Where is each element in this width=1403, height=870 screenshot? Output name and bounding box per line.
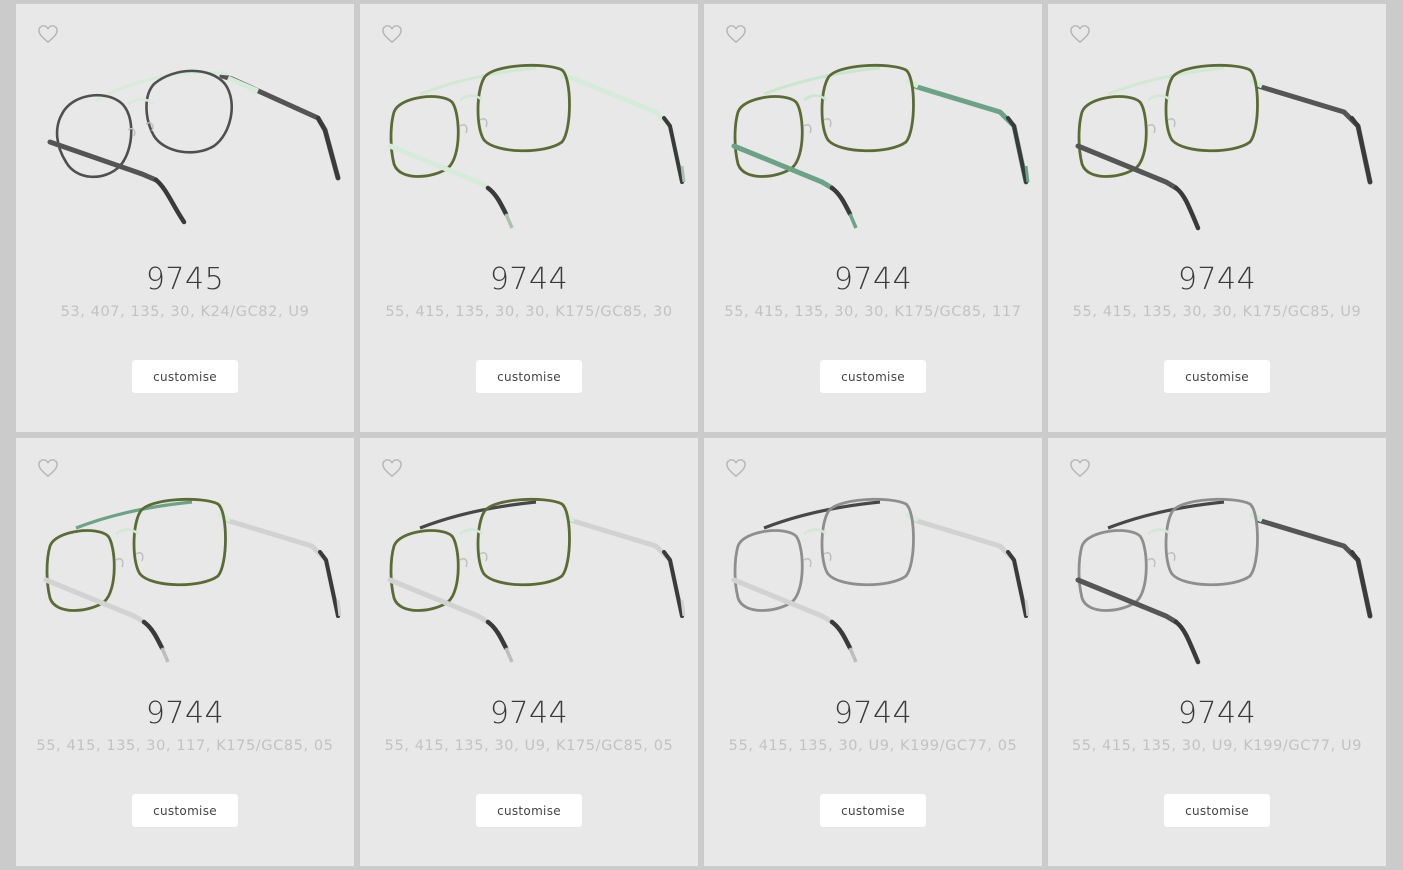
eyeglasses-frame-image [731,63,1030,229]
product-model: 9744 [145,696,225,731]
heart-icon[interactable] [725,458,747,478]
product-spec: 55, 415, 135, 30, U9, K199/GC77, U9 [1071,738,1363,754]
product-card: 9744 55, 415, 135, 30, 30, K175/GC85, 11… [704,4,1042,432]
product-model: 9744 [833,696,913,731]
product-spec: 55, 415, 135, 30, 30, K175/GC85, 117 [724,304,1022,320]
product-card: 9744 55, 415, 135, 30, 30, K175/GC85, 30… [360,4,698,432]
customise-button[interactable]: customise [476,360,582,393]
customise-button[interactable]: customise [476,794,582,827]
eyeglasses-frame-image [1075,63,1373,231]
product-card: 9745 53, 407, 135, 30, K24/GC82, U9 cust… [16,4,354,432]
product-spec: 55, 415, 135, 30, 30, K175/GC85, 30 [385,304,673,320]
product-model: 9744 [1177,696,1257,731]
eyeglasses-frame-image [387,63,686,229]
customise-button[interactable]: customise [820,794,926,827]
heart-icon[interactable] [1069,458,1091,478]
top-bar [95,70,229,103]
product-card: 9744 55, 415, 135, 30, 30, K175/GC85, U9… [1048,4,1386,432]
lens-right [145,69,234,154]
product-card: 9744 55, 415, 135, 30, U9, K199/GC77, U9… [1048,438,1386,866]
heart-icon[interactable] [1069,24,1091,44]
eyeglasses-frame-image [43,497,342,663]
heart-icon[interactable] [381,458,403,478]
product-card: 9744 55, 415, 135, 30, U9, K175/GC85, 05… [360,438,698,866]
heart-icon[interactable] [725,24,747,44]
customise-button[interactable]: customise [132,360,238,393]
eyeglasses-frame-image [731,497,1030,663]
product-model: 9744 [489,696,569,731]
product-card: 9744 55, 415, 135, 30, U9, K199/GC77, 05… [704,438,1042,866]
product-spec: 55, 415, 135, 30, 30, K175/GC85, U9 [1072,304,1362,320]
product-model: 9744 [833,262,913,297]
product-model: 9745 [145,262,225,297]
heart-icon[interactable] [37,458,59,478]
product-spec: 55, 415, 135, 30, U9, K175/GC85, 05 [384,738,674,754]
product-card: 9744 55, 415, 135, 30, 117, K175/GC85, 0… [16,438,354,866]
product-spec: 53, 407, 135, 30, K24/GC82, U9 [60,304,310,320]
customise-button[interactable]: customise [1164,794,1270,827]
eyeglasses-frame-image [1075,497,1373,665]
heart-icon[interactable] [381,24,403,44]
temple-back [219,73,341,181]
product-model: 9744 [1177,262,1257,297]
eyeglasses-frame-image [387,497,686,663]
customise-button[interactable]: customise [820,360,926,393]
product-model: 9744 [489,262,569,297]
product-spec: 55, 415, 135, 30, U9, K199/GC77, 05 [728,738,1018,754]
eyeglasses-frame-image [47,69,341,225]
product-spec: 55, 415, 135, 30, 117, K175/GC85, 05 [36,738,334,754]
customise-button[interactable]: customise [132,794,238,827]
product-grid: 9745 53, 407, 135, 30, K24/GC82, U9 cust… [16,4,1386,866]
customise-button[interactable]: customise [1164,360,1270,393]
heart-icon[interactable] [37,24,59,44]
